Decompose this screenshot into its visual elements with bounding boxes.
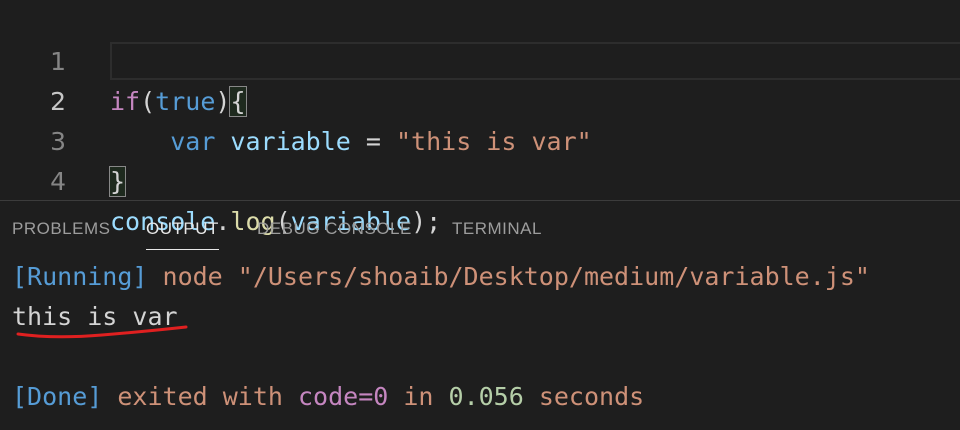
panel-tab-bar: PROBLEMS OUTPUT DEBUG CONSOLE TERMINAL (0, 201, 960, 255)
tab-terminal[interactable]: TERMINAL (452, 219, 542, 249)
code-line-2[interactable]: 2 var variable = "this is var" (0, 42, 960, 156)
output-done-line: [Done] exited with code=0 in 0.056 secon… (12, 377, 644, 417)
tab-problems[interactable]: PROBLEMS (12, 219, 110, 249)
brace-close-matched: } (108, 166, 127, 197)
code-editor[interactable]: 1 if(true){ 2 var variable = "this is va… (0, 0, 960, 236)
running-tag: [Running] (12, 262, 148, 291)
running-command: node "/Users/shoaib/Desktop/medium/varia… (147, 262, 870, 291)
done-text: seconds (523, 382, 645, 411)
exit-code: code=0 (297, 382, 389, 411)
line-number: 4 (50, 167, 66, 196)
done-text: in (388, 382, 449, 411)
code-line-4[interactable]: 4 console.log(variable); (0, 122, 960, 236)
done-tag: [Done] (12, 382, 103, 411)
output-running-line: [Running] node "/Users/shoaib/Desktop/me… (12, 257, 870, 297)
code-line-3[interactable]: 3 } (0, 82, 960, 197)
tab-output[interactable]: OUTPUT (146, 219, 219, 250)
red-underline-annotation (16, 325, 188, 339)
output-panel[interactable]: [Running] node "/Users/shoaib/Desktop/me… (0, 255, 960, 430)
tab-debug-console[interactable]: DEBUG CONSOLE (257, 219, 412, 249)
elapsed-time: 0.056 (448, 382, 524, 411)
done-text: exited with (102, 382, 298, 411)
code-line-1[interactable]: 1 if(true){ (0, 2, 960, 117)
code-content: } (108, 162, 127, 202)
